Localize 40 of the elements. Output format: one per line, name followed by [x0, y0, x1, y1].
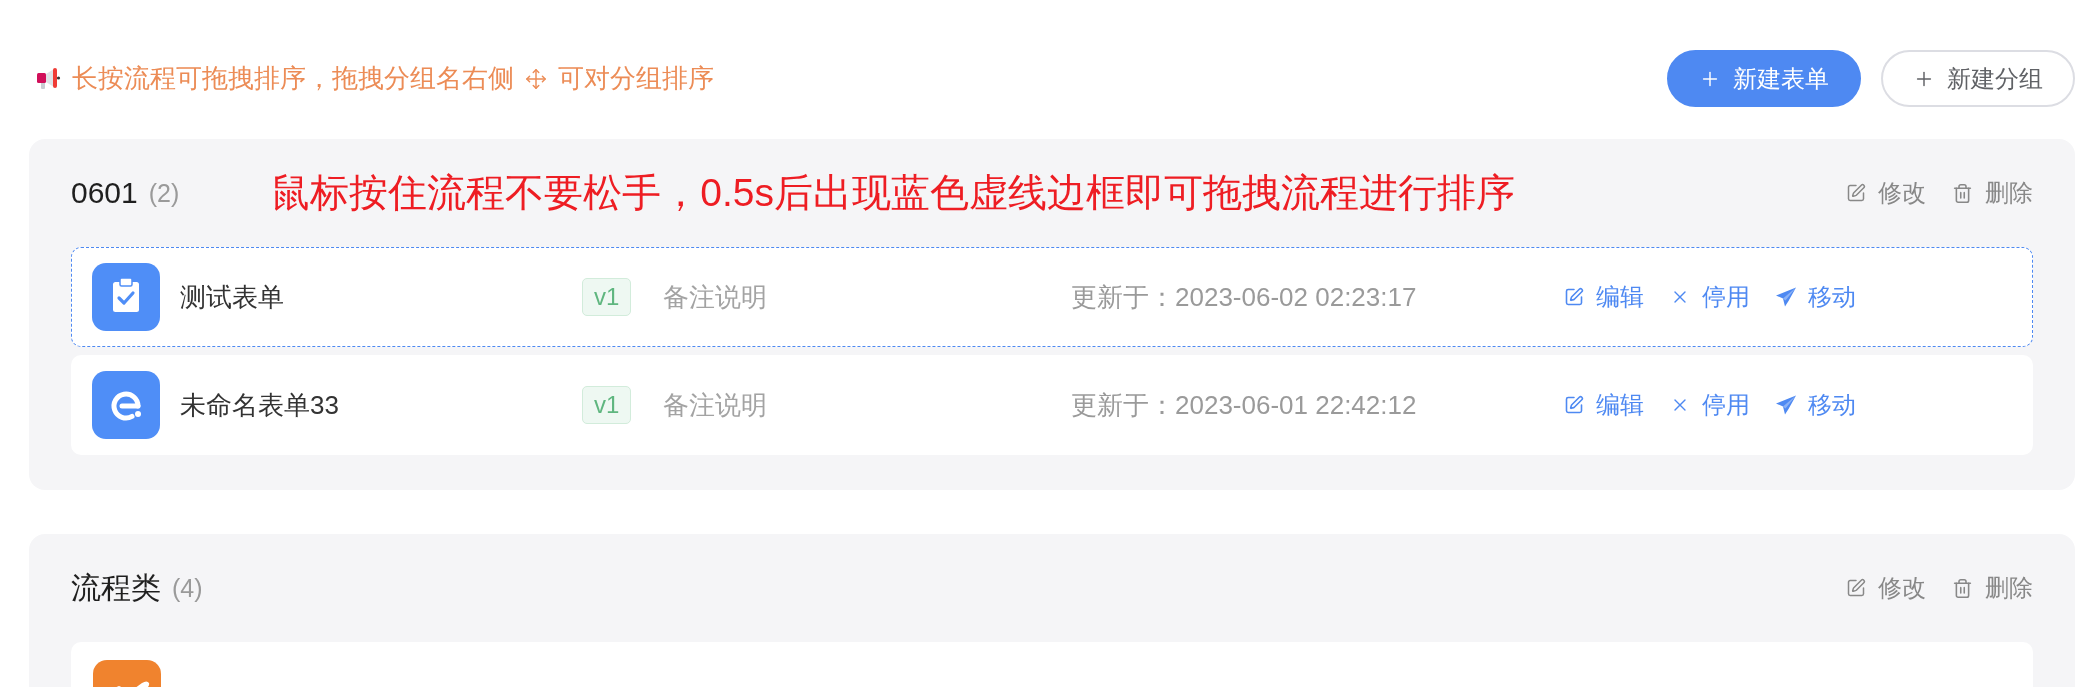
form-row[interactable]: 未命名表单33 v1 备注说明 更新于：2023-06-01 22:42:12 编辑 停用 移动: [71, 355, 2033, 455]
move-button[interactable]: 移动: [1776, 281, 1856, 313]
form-remark: 备注说明: [663, 280, 767, 314]
paper-plane-icon: [1776, 395, 1796, 415]
group-count: (2): [148, 178, 180, 208]
notice-text: 可对分组排序: [558, 62, 714, 95]
updated-time: 更新于：2023-06-01 22:42:12: [1071, 388, 1417, 422]
form-name: 未命名表单33: [180, 388, 339, 422]
edit-button[interactable]: 编辑: [1564, 281, 1644, 313]
form-remark: 备注说明: [663, 388, 767, 422]
form-row[interactable]: [71, 642, 2033, 687]
group-title: 0601: [71, 176, 138, 210]
megaphone-icon: [35, 65, 61, 92]
version-tag: v1: [582, 278, 632, 316]
edit-button[interactable]: 修改: [1846, 572, 1926, 604]
edit-icon: [1846, 183, 1866, 203]
trash-icon: [1952, 577, 1973, 599]
paper-plane-icon: [1776, 287, 1796, 307]
delete-button[interactable]: 删除: [1952, 177, 2033, 209]
edit-icon: [1564, 395, 1584, 415]
form-name: 测试表单: [180, 280, 284, 314]
edit-icon: [1564, 287, 1584, 307]
delete-button[interactable]: 删除: [1952, 572, 2033, 604]
edit-icon: [1846, 578, 1866, 598]
disable-button[interactable]: 停用: [1670, 389, 1750, 421]
move-button[interactable]: 移动: [1776, 389, 1856, 421]
updated-time: 更新于：2023-06-02 02:23:17: [1071, 280, 1417, 314]
group-title: 流程类: [71, 569, 161, 606]
form-row[interactable]: 测试表单 v1 备注说明 更新于：2023-06-02 02:23:17 编辑 停用 移动: [71, 247, 2033, 347]
trash-icon: [1952, 182, 1973, 204]
new-form-button[interactable]: 新建表单: [1667, 50, 1861, 107]
tip-text: 鼠标按住流程不要松手，0.5s后出现蓝色虚线边框即可拖拽流程进行排序: [271, 170, 1516, 216]
notice-text: 长按流程可拖拽排序，拖拽分组名右侧: [72, 62, 514, 95]
version-tag: v1: [582, 386, 632, 424]
new-group-button[interactable]: 新建分组: [1881, 50, 2075, 107]
group-count: (4): [172, 573, 203, 603]
disable-button[interactable]: 停用: [1670, 281, 1750, 313]
move-arrows-icon: [525, 67, 547, 90]
edit-button[interactable]: 修改: [1846, 177, 1926, 209]
edit-button[interactable]: 编辑: [1564, 389, 1644, 421]
